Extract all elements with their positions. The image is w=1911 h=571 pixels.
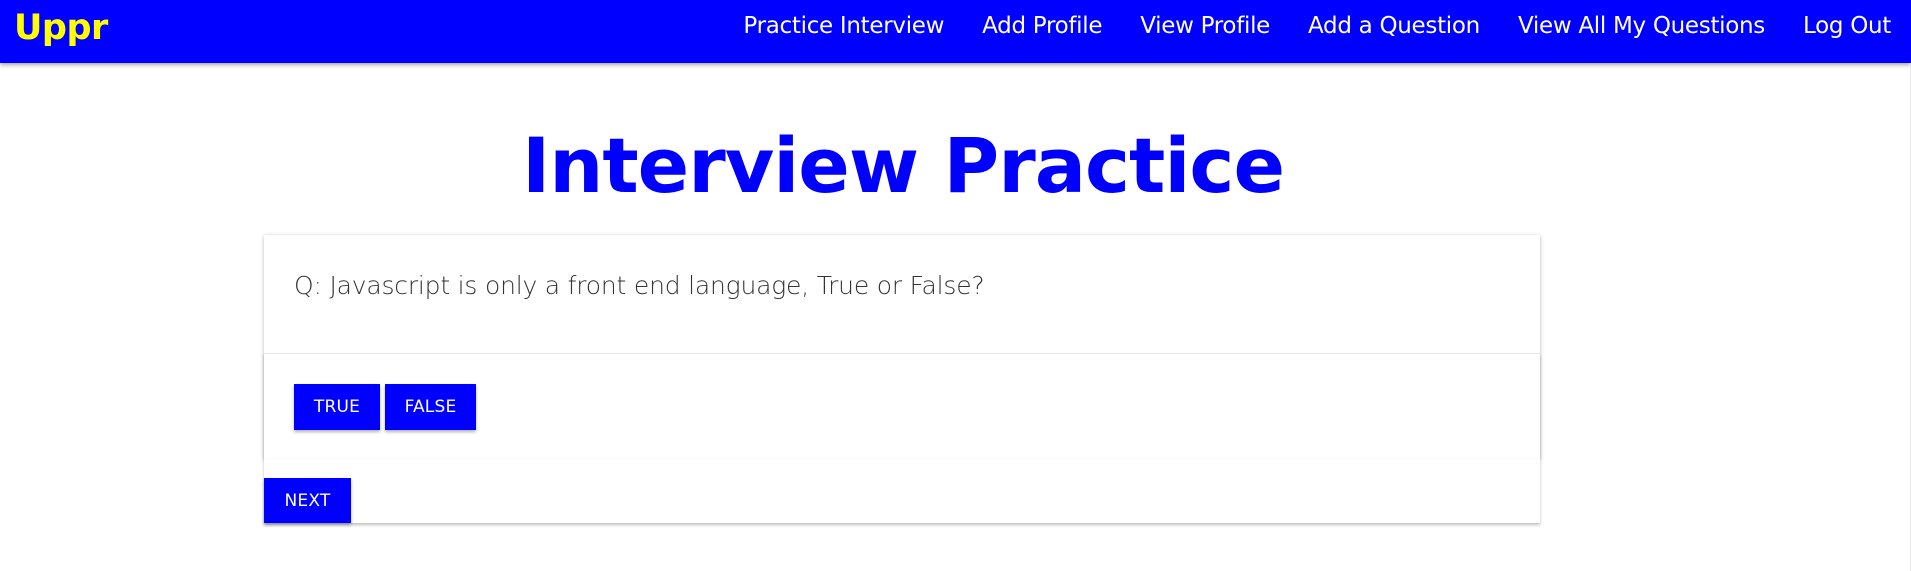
page-title: Interview Practice — [521, 121, 1285, 210]
answer-section: TRUE FALSE — [264, 353, 1540, 459]
nav-links: Practice Interview Add Profile View Prof… — [724, 0, 1911, 52]
question-text: Q: Javascript is only a front end langua… — [294, 271, 985, 300]
false-button[interactable]: FALSE — [385, 384, 476, 430]
nav-add-profile[interactable]: Add Profile — [963, 13, 1121, 39]
top-navbar: Uppr Practice Interview Add Profile View… — [0, 0, 1911, 63]
brand-logo[interactable]: Uppr — [14, 6, 108, 50]
nav-view-profile[interactable]: View Profile — [1121, 13, 1289, 39]
nav-view-all-questions[interactable]: View All My Questions — [1499, 13, 1784, 39]
nav-log-out[interactable]: Log Out — [1784, 13, 1911, 39]
true-button[interactable]: TRUE — [294, 384, 380, 430]
question-section: Q: Javascript is only a front end langua… — [264, 235, 1540, 354]
next-button[interactable]: NEXT — [264, 478, 351, 523]
next-section: NEXT — [264, 459, 1540, 523]
question-card: Q: Javascript is only a front end langua… — [264, 235, 1540, 459]
nav-practice-interview[interactable]: Practice Interview — [724, 13, 963, 39]
nav-add-question[interactable]: Add a Question — [1289, 13, 1499, 39]
